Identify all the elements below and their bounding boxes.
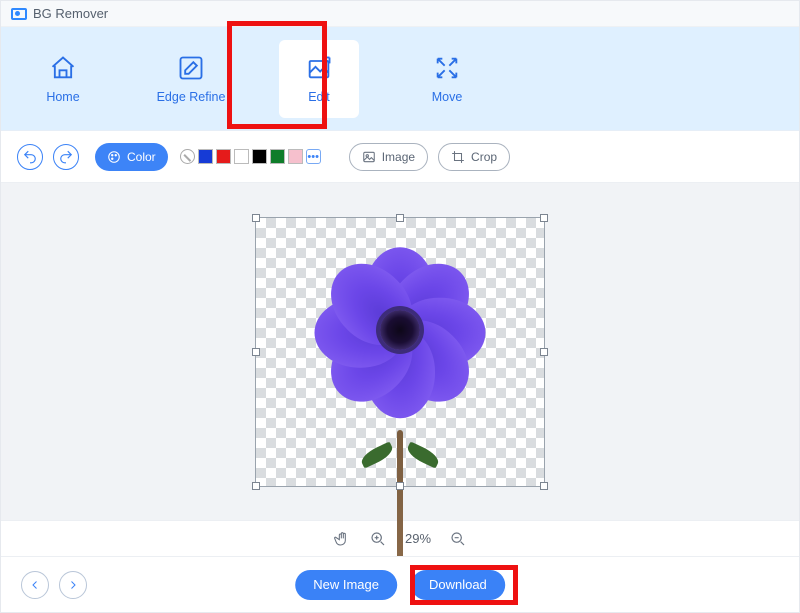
edit-square-icon	[177, 54, 205, 82]
swatch-black[interactable]	[252, 149, 267, 164]
image-bg-button[interactable]: Image	[349, 143, 428, 171]
palette-icon	[107, 150, 121, 164]
hand-icon	[334, 531, 350, 547]
footer-actions: New Image Download	[295, 570, 505, 600]
download-button[interactable]: Download	[411, 570, 505, 600]
tool-edge-refine[interactable]: Edge Refine	[151, 40, 231, 118]
app-logo-icon	[11, 8, 27, 20]
resize-handle-l[interactable]	[252, 348, 260, 356]
next-button[interactable]	[59, 571, 87, 599]
crop-label: Crop	[471, 150, 497, 164]
undo-icon	[23, 150, 37, 164]
main-toolbar: Home Edge Refine Edit Move	[1, 27, 799, 131]
move-arrows-icon	[433, 54, 461, 82]
pan-hand-button[interactable]	[333, 530, 351, 548]
color-mode-button[interactable]: Color	[95, 143, 168, 171]
resize-handle-br[interactable]	[540, 482, 548, 490]
zoom-value: 29%	[405, 531, 431, 546]
crop-image-icon	[305, 54, 333, 82]
swatch-red[interactable]	[216, 149, 231, 164]
swatch-green[interactable]	[270, 149, 285, 164]
prev-button[interactable]	[21, 571, 49, 599]
tool-move[interactable]: Move	[407, 40, 487, 118]
image-icon	[362, 150, 376, 164]
tool-home-label: Home	[46, 90, 79, 104]
home-icon	[49, 54, 77, 82]
chevron-right-icon	[67, 579, 79, 591]
footer-bar: New Image Download	[1, 556, 799, 612]
undo-button[interactable]	[17, 144, 43, 170]
zoom-in-button[interactable]	[369, 530, 387, 548]
image-selection-frame[interactable]	[255, 217, 545, 487]
resize-handle-tr[interactable]	[540, 214, 548, 222]
swatch-pink[interactable]	[288, 149, 303, 164]
swatch-blue[interactable]	[198, 149, 213, 164]
zoom-out-icon	[450, 531, 466, 547]
canvas-stage[interactable]	[1, 183, 799, 520]
edit-options-bar: Color ••• Image Crop	[1, 131, 799, 183]
app-window: BG Remover Home Edge Refine Edit Move	[0, 0, 800, 613]
title-bar: BG Remover	[1, 1, 799, 27]
tool-edit-label: Edit	[308, 90, 330, 104]
zoom-out-button[interactable]	[449, 530, 467, 548]
resize-handle-bl[interactable]	[252, 482, 260, 490]
resize-handle-t[interactable]	[396, 214, 404, 222]
resize-handle-tl[interactable]	[252, 214, 260, 222]
swatch-white[interactable]	[234, 149, 249, 164]
swatch-none[interactable]	[180, 149, 195, 164]
resize-handle-r[interactable]	[540, 348, 548, 356]
new-image-button[interactable]: New Image	[295, 570, 397, 600]
crop-icon	[451, 150, 465, 164]
color-swatch-row: •••	[180, 149, 321, 164]
swatch-more[interactable]: •••	[306, 149, 321, 164]
tool-edge-label: Edge Refine	[157, 90, 226, 104]
redo-icon	[59, 150, 73, 164]
zoom-in-icon	[370, 531, 386, 547]
tool-move-label: Move	[432, 90, 463, 104]
color-mode-label: Color	[127, 150, 156, 164]
chevron-left-icon	[29, 579, 41, 591]
tool-edit[interactable]: Edit	[279, 40, 359, 118]
resize-handle-b[interactable]	[396, 482, 404, 490]
redo-button[interactable]	[53, 144, 79, 170]
app-title: BG Remover	[33, 6, 108, 21]
image-bg-label: Image	[382, 150, 415, 164]
crop-button[interactable]: Crop	[438, 143, 510, 171]
tool-home[interactable]: Home	[23, 40, 103, 118]
